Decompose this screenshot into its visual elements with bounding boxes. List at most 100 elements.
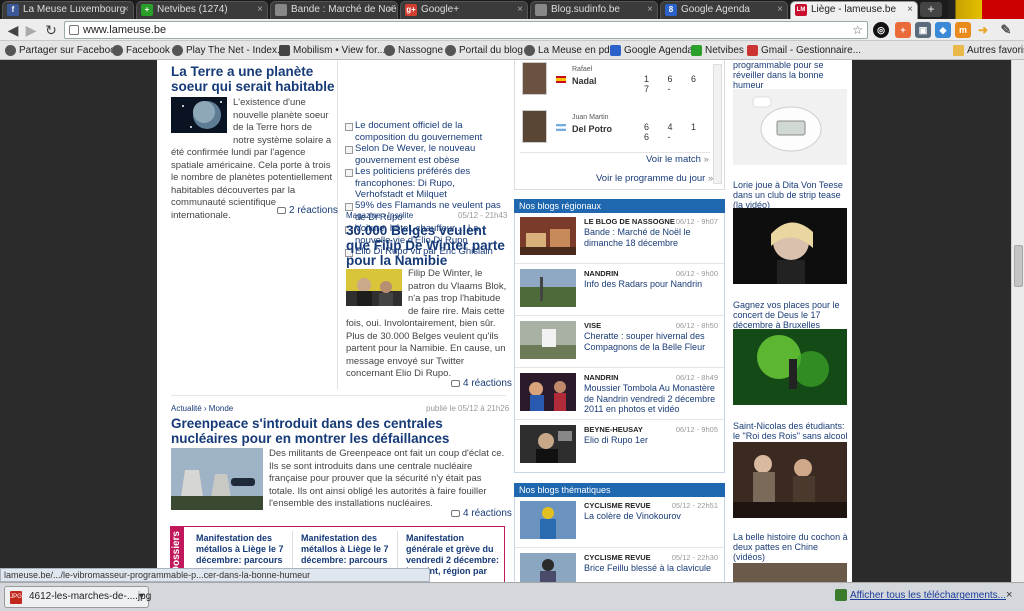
- back-arrow-icon[interactable]: ◀: [4, 21, 22, 39]
- reactions-link[interactable]: 2 réactions: [277, 205, 338, 216]
- bookmark-item[interactable]: Nassogne: [383, 42, 443, 59]
- blog-item[interactable]: NANDRIN 06/12 - 8h49 Moussier Tombola Au…: [515, 369, 724, 420]
- article-category[interactable]: Magazine › Insolite: [346, 211, 413, 220]
- concert-photo[interactable]: [733, 329, 847, 405]
- close-tab-icon[interactable]: ×: [257, 2, 263, 18]
- browser-tab[interactable]: g+ Google+ ×: [400, 1, 528, 19]
- argentina-flag-icon: [556, 124, 566, 131]
- player-first-name: Juan Martin: [572, 114, 609, 121]
- nuclear-plant-photo[interactable]: [171, 448, 263, 510]
- blog-date: 06/12 - 8h50: [675, 321, 718, 330]
- chevron-down-icon[interactable]: ▾: [139, 587, 144, 607]
- blog-source: BEYNE-HEUSAY: [584, 425, 643, 434]
- add-extension-icon[interactable]: +: [895, 22, 911, 38]
- tab-title: Liège - lameuse.be: [811, 4, 897, 15]
- alarm-clock-photo[interactable]: [733, 89, 847, 165]
- wrench-icon[interactable]: ✎: [998, 22, 1014, 38]
- comment-icon: [451, 379, 460, 387]
- side-photo[interactable]: [733, 563, 847, 582]
- browser-tab-active[interactable]: LM Liège - lameuse.be ×: [790, 1, 918, 19]
- browser-tab[interactable]: f La Meuse Luxembourg ×: [2, 1, 134, 19]
- thematic-blogs-list: CYCLISME REVUE 05/12 - 22h51 La colère d…: [514, 497, 725, 582]
- link-label: Voir le programme du jour: [596, 173, 706, 184]
- player-row: Juan Martin Del Potro 6 4 1 6 -: [522, 110, 722, 150]
- side-headline[interactable]: La belle histoire du cochon à deux patte…: [733, 532, 851, 562]
- bookmark-item[interactable]: Gmail - Gestionnaire...: [746, 42, 861, 59]
- browser-tab[interactable]: 8 Google Agenda ×: [660, 1, 788, 19]
- close-icon[interactable]: ×: [1006, 589, 1012, 601]
- bookmark-item[interactable]: Play The Net - Index...: [171, 42, 285, 59]
- bookmark-item[interactable]: Facebook: [111, 42, 170, 59]
- article-category[interactable]: Actualité › Monde: [171, 404, 233, 413]
- blog-date: 06/12 - 9h07: [675, 217, 718, 226]
- blog-item[interactable]: VISE 06/12 - 8h50 Cheratte : souper hive…: [515, 317, 724, 368]
- bookmark-icon: [384, 45, 395, 56]
- blog-source: VISE: [584, 321, 602, 330]
- reactions-link[interactable]: 4 réactions: [451, 378, 512, 389]
- bookmark-item[interactable]: Netvibes: [690, 42, 744, 59]
- side-photo[interactable]: [733, 442, 847, 518]
- bookmark-label: La Meuse en pdf: [538, 45, 613, 56]
- browser-tab[interactable]: Bande : Marché de Noël le ×: [270, 1, 398, 19]
- camera-extension-icon[interactable]: ▣: [915, 22, 931, 38]
- related-link[interactable]: Le document officiel de la composition d…: [345, 120, 505, 143]
- browser-tab[interactable]: Blog.sudinfo.be ×: [530, 1, 658, 19]
- browser-tab[interactable]: + Netvibes (1274) ×: [136, 1, 268, 19]
- bookmark-item[interactable]: Google Agenda: [609, 42, 693, 59]
- blog-title: Bande : Marché de Noël le dimanche 18 dé…: [584, 227, 691, 248]
- bookmark-item[interactable]: Portail du blog: [444, 42, 523, 59]
- bookmark-item[interactable]: Mobilism • View for...: [278, 42, 385, 59]
- bookmark-item[interactable]: La Meuse en pdf: [523, 42, 613, 59]
- address-bar[interactable]: www.lameuse.be ☆: [64, 21, 868, 39]
- blog-item[interactable]: LE BLOG DE NASSOGNE 06/12 - 9h07 Bande :…: [515, 213, 724, 264]
- show-all-downloads-link[interactable]: Afficher tous les téléchargements...: [850, 590, 1006, 601]
- article-title[interactable]: 30.000 Belges veulent que Filip De Winte…: [346, 223, 511, 268]
- blog-item[interactable]: NANDRIN 06/12 - 9h00 Info des Radars pou…: [515, 265, 724, 316]
- blog-item[interactable]: CYCLISME REVUE 05/12 - 22h51 La colère d…: [515, 497, 724, 548]
- url-text: www.lameuse.be: [83, 24, 167, 36]
- see-schedule-link[interactable]: Voir le programme du jour »: [596, 173, 713, 184]
- close-tab-icon[interactable]: ×: [777, 2, 783, 18]
- reload-icon[interactable]: ↻: [42, 21, 60, 39]
- dossier-link[interactable]: Manifestation des métallos à Liège le 7 …: [196, 533, 291, 566]
- see-match-link[interactable]: Voir le match »: [646, 154, 709, 165]
- m-extension-icon[interactable]: m: [955, 22, 971, 38]
- bookmark-icon: [279, 45, 290, 56]
- bookmark-item[interactable]: Partager sur Facebook: [4, 42, 121, 59]
- side-headline[interactable]: programmable pour se réveiller dans la b…: [733, 60, 851, 90]
- file-icon: JPG: [10, 591, 22, 604]
- scrollbar-thumb[interactable]: [1014, 245, 1023, 287]
- blog-item[interactable]: BEYNE-HEUSAY 06/12 - 9h05 Elio di Rupo 1…: [515, 421, 724, 472]
- tab-bar: f La Meuse Luxembourg × + Netvibes (1274) × …: [0, 0, 1024, 19]
- related-link[interactable]: Les politiciens préférés des francophone…: [345, 166, 505, 201]
- bookmark-star-icon[interactable]: ☆: [852, 22, 863, 38]
- forward-arrow-icon[interactable]: ▶: [22, 21, 40, 39]
- page-scrollbar[interactable]: [1011, 60, 1024, 582]
- close-tab-icon[interactable]: ×: [517, 2, 523, 18]
- close-tab-icon[interactable]: ×: [907, 2, 913, 18]
- chat-extension-icon[interactable]: ◆: [935, 22, 951, 38]
- bookmark-label: Mobilism • View for...: [293, 45, 386, 56]
- download-item[interactable]: JPG 4612-les-marches-de-....jpg ▾: [4, 586, 151, 608]
- new-tab-button[interactable]: +: [920, 2, 942, 17]
- side-headline[interactable]: Gagnez vos places pour le concert de Deu…: [733, 300, 851, 330]
- related-link[interactable]: Selon De Wever, le nouveau gouvernement …: [345, 143, 505, 166]
- link-label: Voir le match: [646, 154, 701, 165]
- article-title[interactable]: La Terre a une planète soeur qui serait …: [171, 64, 336, 94]
- close-tab-icon[interactable]: ×: [647, 2, 653, 18]
- close-tab-icon[interactable]: ×: [387, 2, 393, 18]
- article-title[interactable]: Greenpeace s'introduit dans des centrale…: [171, 416, 501, 446]
- blog-item[interactable]: CYCLISME REVUE 05/12 - 22h30 Brice Feill…: [515, 549, 724, 582]
- downloads-icon: [835, 589, 847, 601]
- reactions-link[interactable]: 4 réactions: [451, 508, 512, 519]
- extension-icon[interactable]: ◎: [873, 22, 889, 38]
- dossier-link[interactable]: Manifestation des métallos à Liège le 7 …: [301, 533, 396, 566]
- close-tab-icon[interactable]: ×: [123, 2, 129, 18]
- bookmark-label: Google Agenda: [624, 45, 693, 56]
- arrow-extension-icon[interactable]: ➜: [975, 22, 991, 38]
- side-headline[interactable]: Saint-Nicolas des étudiants: le "Roi des…: [733, 421, 851, 441]
- side-headline[interactable]: Lorie joue à Dita Von Teese dans un club…: [733, 180, 851, 210]
- side-photo[interactable]: [733, 208, 847, 284]
- chevron-right-icon: »: [707, 173, 714, 184]
- other-bookmarks[interactable]: Autres favoris: [952, 42, 1024, 59]
